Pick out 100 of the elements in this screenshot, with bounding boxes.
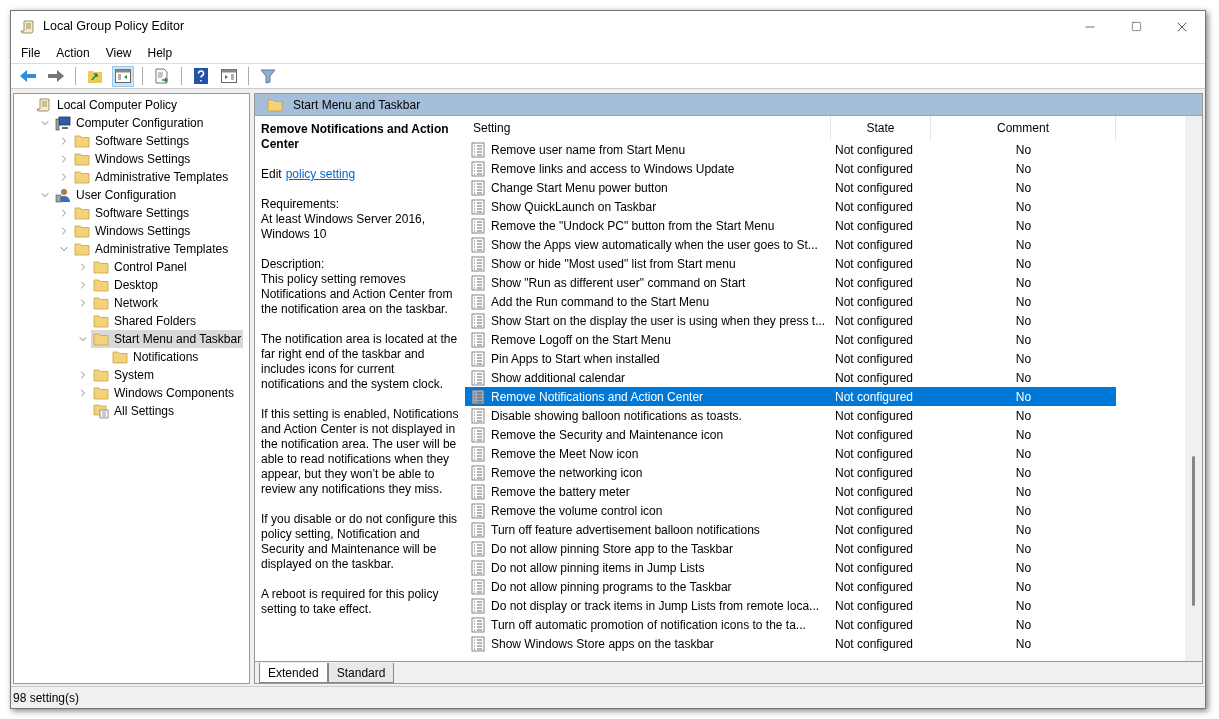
tree-item[interactable]: Shared Folders	[91, 312, 199, 330]
setting-name: Remove the Security and Maintenance icon	[491, 426, 724, 444]
menu-item[interactable]: Help	[140, 43, 180, 62]
setting-row[interactable]: Do not allow pinning programs to the Taskbar Not configured No	[465, 577, 1116, 596]
setting-row[interactable]: Remove the battery meter Not configured No	[465, 482, 1116, 501]
folder-up-icon[interactable]	[87, 68, 103, 84]
setting-row[interactable]: Do not allow pinning Store app to the Taskbar Not configured No	[465, 539, 1116, 558]
tree-item[interactable]: Windows Components	[91, 384, 237, 402]
setting-icon	[471, 559, 485, 576]
setting-name: Show additional calendar	[491, 369, 626, 387]
tree-item[interactable]: User Configuration	[53, 186, 179, 204]
tree-item[interactable]: Start Menu and Taskbar	[91, 330, 244, 348]
tree-item[interactable]: Administrative Templates	[72, 240, 231, 258]
setting-row[interactable]: Remove the networking icon Not configured No	[465, 463, 1116, 482]
setting-name: Show Windows Store apps on the taskbar	[491, 635, 714, 653]
setting-row[interactable]: Show additional calendar Not configured No	[465, 368, 1116, 387]
tree-item[interactable]: Notifications	[110, 348, 201, 366]
tree-item[interactable]: Administrative Templates	[72, 168, 231, 186]
folder-icon	[74, 224, 90, 238]
setting-row[interactable]: Remove Logoff on the Start Menu Not configured No	[465, 330, 1116, 349]
setting-icon	[471, 597, 485, 614]
state-cell-text: Not configured	[834, 350, 915, 368]
column-header[interactable]: Setting	[465, 116, 831, 140]
setting-name: Remove Notifications and Action Center	[491, 388, 704, 406]
tree-item[interactable]: Desktop	[91, 276, 161, 294]
state-cell-text: Not configured	[834, 407, 915, 425]
action-pane-icon[interactable]	[221, 69, 237, 83]
setting-icon	[471, 369, 485, 386]
pane-header-title: Start Menu and Taskbar	[293, 96, 421, 114]
state-cell-text: Not configured	[834, 559, 915, 577]
setting-row[interactable]: Remove the Meet Now icon Not configured No	[465, 444, 1116, 463]
setting-icon	[471, 141, 485, 158]
setting-row[interactable]: Change Start Menu power button Not configured No	[465, 178, 1116, 197]
folder-list-icon	[93, 403, 109, 419]
state-cell-text: Not configured	[834, 388, 915, 406]
folder-icon	[74, 134, 90, 148]
tree-item[interactable]: Windows Settings	[72, 150, 193, 168]
setting-icon	[471, 616, 485, 633]
setting-row[interactable]: Turn off automatic promotion of notification icons to the ta... Not configured No	[465, 615, 1116, 634]
state-cell-text: Not configured	[834, 540, 915, 558]
tree-item[interactable]: Control Panel	[91, 258, 189, 276]
tree-item[interactable]: Software Settings	[72, 204, 192, 222]
back-arrow-icon[interactable]	[19, 69, 37, 83]
comment-cell-text: No	[1014, 331, 1033, 349]
maximize-icon[interactable]	[1130, 21, 1142, 32]
column-header[interactable]: Comment	[931, 116, 1116, 140]
setting-name: Remove Logoff on the Start Menu	[491, 331, 671, 349]
comment-cell-text: No	[1014, 141, 1033, 159]
tree-item[interactable]: Software Settings	[72, 132, 192, 150]
setting-name: Do not allow pinning Store app to the Taskbar	[491, 540, 733, 558]
state-cell-text: Not configured	[834, 255, 915, 273]
setting-row[interactable]: Turn off feature advertisement balloon notifications Not configured No	[465, 520, 1116, 539]
setting-row[interactable]: Add the Run command to the Start Menu Not configured No	[465, 292, 1116, 311]
setting-row[interactable]: Remove the Security and Maintenance icon Not configured No	[465, 425, 1116, 444]
tree-item-label: All Settings	[114, 403, 175, 420]
tree-item[interactable]: Computer Configuration	[53, 114, 206, 132]
setting-row[interactable]: Show the Apps view automatically when the user goes to St... Not configured No	[465, 235, 1116, 254]
menu-item[interactable]: View	[98, 43, 139, 62]
policy-setting-link[interactable]: policy setting	[285, 167, 356, 182]
setting-name: Add the Run command to the Start Menu	[491, 293, 710, 311]
folder-icon	[93, 368, 109, 382]
state-cell-text: Not configured	[834, 198, 915, 216]
setting-icon	[471, 198, 485, 215]
setting-row[interactable]: Pin Apps to Start when installed Not configured No	[465, 349, 1116, 368]
tree-item[interactable]: Network	[91, 294, 160, 312]
forward-arrow-icon[interactable]	[47, 69, 65, 83]
console-tree-icon[interactable]	[115, 69, 131, 83]
description-text: If you disable or do not configure this policy setting, Notification and Security and Maintenance will be displayed on the taskbar.	[261, 512, 459, 572]
setting-row[interactable]: Remove the "Undock PC" button from the Start Menu Not configured No	[465, 216, 1116, 235]
setting-row[interactable]: Do not display or track items in Jump Lists from remote loca... Not configured No	[465, 596, 1116, 615]
view-tab[interactable]: Standard	[327, 663, 395, 683]
state-cell-text: Not configured	[834, 179, 915, 197]
setting-row[interactable]: Do not allow pinning items in Jump Lists Not configured No	[465, 558, 1116, 577]
menu-item[interactable]: File	[14, 43, 48, 62]
setting-icon	[471, 255, 485, 272]
scrollbar-thumb[interactable]	[1192, 456, 1195, 606]
tree-item[interactable]: All Settings	[91, 402, 177, 420]
tree-item[interactable]: System	[91, 366, 156, 384]
filter-icon[interactable]	[260, 68, 276, 84]
setting-row[interactable]: Show or hide "Most used" list from Start menu Not configured No	[465, 254, 1116, 273]
setting-row[interactable]: Show Start on the display the user is using when they press t... Not configured No	[465, 311, 1116, 330]
setting-row[interactable]: Remove the volume control icon Not configured No	[465, 501, 1116, 520]
help-icon[interactable]	[194, 68, 208, 84]
menu-item[interactable]: Action	[49, 43, 97, 62]
setting-row[interactable]: Remove user name from Start Menu Not configured No	[465, 140, 1116, 159]
comment-cell-text: No	[1014, 635, 1033, 653]
column-header[interactable]: State	[831, 116, 931, 140]
setting-row[interactable]: Show Windows Store apps on the taskbar Not configured No	[465, 634, 1116, 653]
scrollbar[interactable]	[1185, 116, 1202, 661]
setting-row[interactable]: Remove Notifications and Action Center Not configured No	[465, 387, 1116, 406]
tree-item-label: Control Panel	[114, 259, 187, 276]
export-list-icon[interactable]	[154, 68, 170, 84]
setting-row[interactable]: Show QuickLaunch on Taskbar Not configured No	[465, 197, 1116, 216]
view-tab[interactable]: Extended	[259, 663, 328, 683]
setting-row[interactable]: Remove links and access to Windows Update Not configured No	[465, 159, 1116, 178]
setting-row[interactable]: Show "Run as different user" command on Start Not configured No	[465, 273, 1116, 292]
tree-item[interactable]: Local Computer Policy	[34, 96, 180, 114]
setting-icon	[471, 293, 485, 310]
tree-item[interactable]: Windows Settings	[72, 222, 193, 240]
setting-row[interactable]: Disable showing balloon notifications as toasts. Not configured No	[465, 406, 1116, 425]
